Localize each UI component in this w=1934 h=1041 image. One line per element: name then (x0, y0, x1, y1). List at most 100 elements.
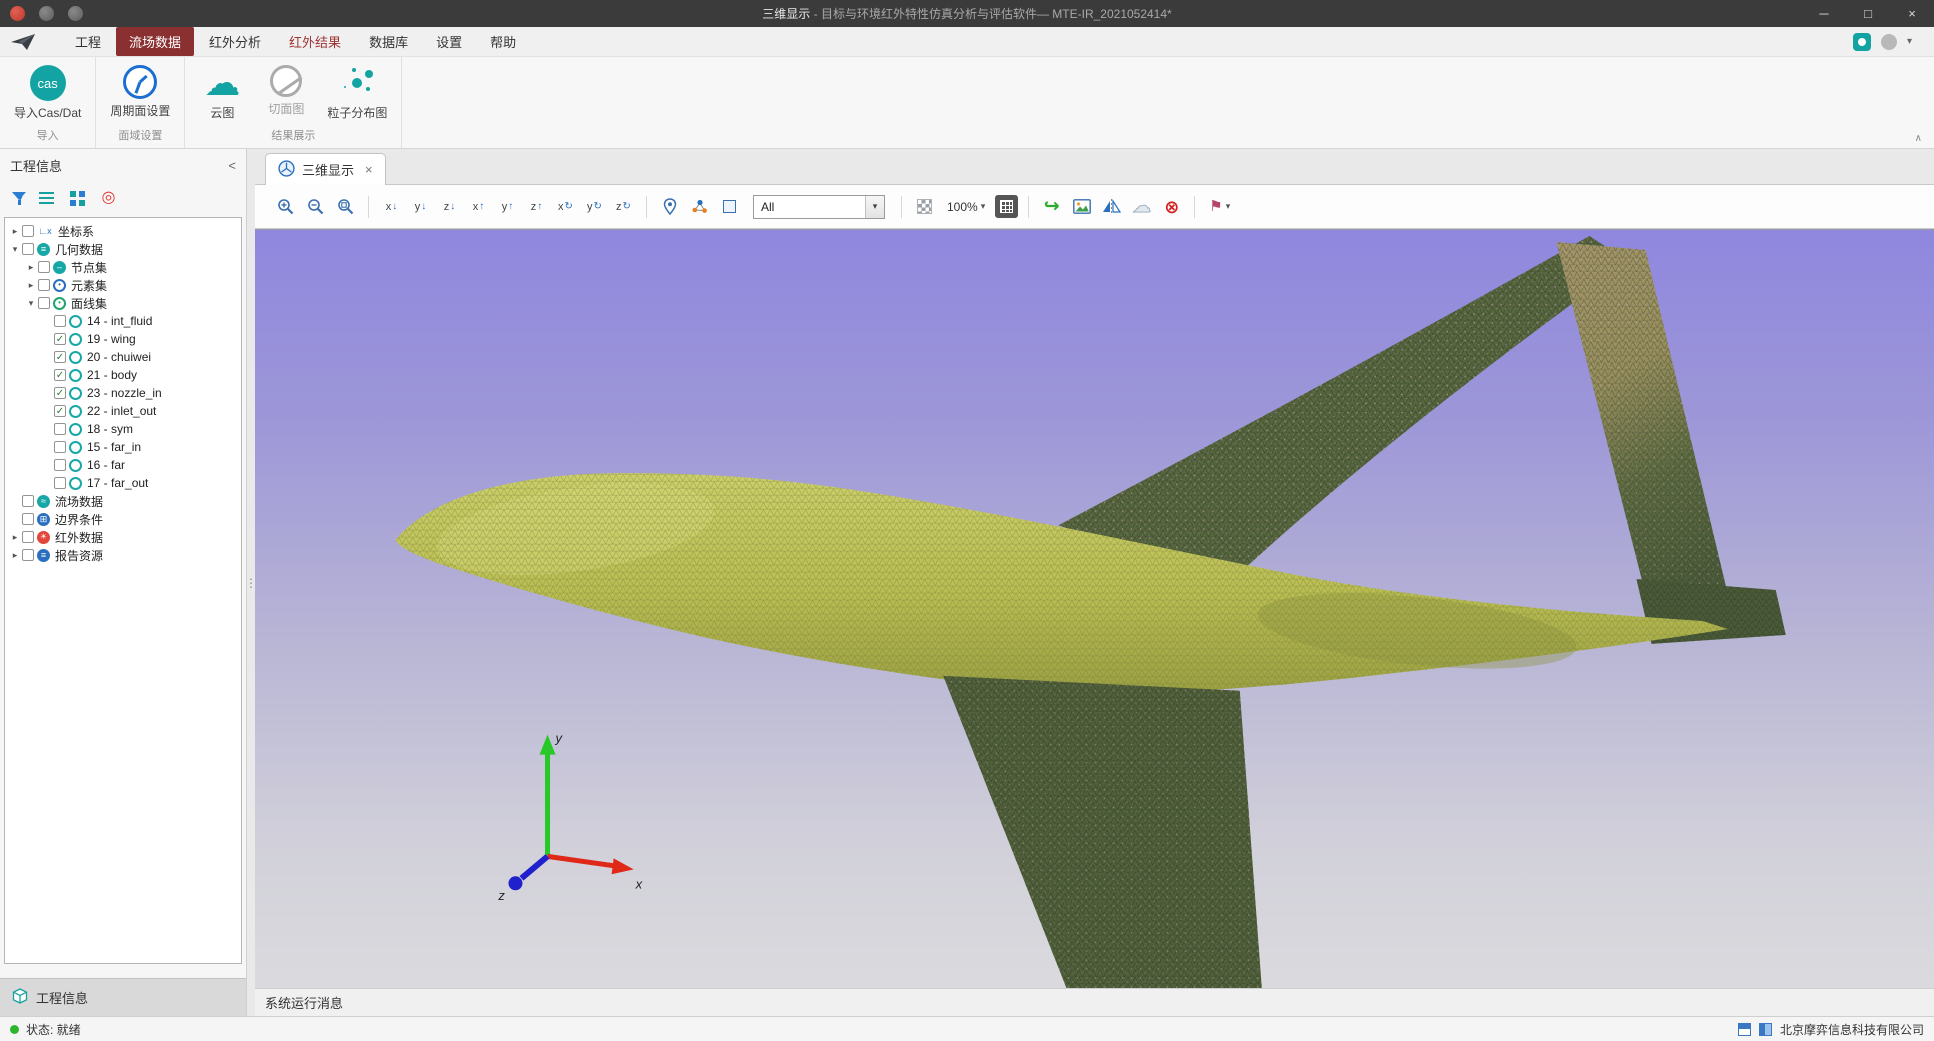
locate-pin-button[interactable] (657, 194, 682, 219)
view-x-rotate-button[interactable]: x↻ (553, 194, 578, 219)
tree-item-17 - far_out[interactable]: 17 - far_out (5, 474, 241, 492)
tree-item-面线集[interactable]: ▾•面线集 (5, 294, 241, 312)
tree-item-22 - inlet_out[interactable]: ✓22 - inlet_out (5, 402, 241, 420)
titlebar-quick-icon-2[interactable] (68, 6, 83, 21)
tree-checkbox[interactable] (54, 441, 66, 453)
zoom-level-button[interactable]: 100%▾ (942, 194, 990, 219)
tree-item-红外数据[interactable]: ▸☀红外数据 (5, 528, 241, 546)
snapshot-button[interactable] (1069, 194, 1094, 219)
zoom-out-button[interactable] (303, 194, 328, 219)
view-x-up-button[interactable]: x↑ (466, 194, 491, 219)
tree-checkbox[interactable] (54, 459, 66, 471)
tree-checkbox[interactable] (38, 297, 50, 309)
target-icon[interactable]: ◎ (102, 190, 116, 206)
minimize-button[interactable]: ─ (1802, 0, 1846, 27)
tree-checkbox[interactable] (22, 513, 34, 525)
view-z-down-button[interactable]: z↓ (437, 194, 462, 219)
tree-item-流场数据[interactable]: ≈流场数据 (5, 492, 241, 510)
tree-checkbox[interactable] (38, 279, 50, 291)
menu-item-红外结果[interactable]: 红外结果 (276, 27, 354, 56)
tree-checkbox[interactable] (38, 261, 50, 273)
ribbon-button-导入Cas/Dat[interactable]: cas导入Cas/Dat (10, 63, 85, 125)
tree-expand-arrow-icon[interactable]: ▾ (9, 244, 21, 255)
tree-checkbox[interactable] (54, 423, 66, 435)
tree-checkbox[interactable]: ✓ (54, 333, 66, 345)
tree-checkbox[interactable] (22, 549, 34, 561)
menu-item-红外分析[interactable]: 红外分析 (196, 27, 274, 56)
grid-view-icon[interactable] (70, 191, 76, 197)
tree-item-节点集[interactable]: ▸–节点集 (5, 258, 241, 276)
combo-dropdown-button[interactable]: ▾ (865, 196, 884, 218)
tree-checkbox[interactable] (22, 225, 34, 237)
menubar-dropdown-icon[interactable]: ▾ (1907, 36, 1912, 47)
tree-expand-arrow-icon[interactable]: ▸ (25, 262, 37, 273)
tree-checkbox[interactable] (22, 495, 34, 507)
display-filter-combo[interactable]: All ▾ (753, 195, 885, 219)
tree-item-14 - int_fluid[interactable]: 14 - int_fluid (5, 312, 241, 330)
menu-item-数据库[interactable]: 数据库 (356, 27, 421, 56)
titlebar-quick-icon-1[interactable] (39, 6, 54, 21)
ribbon-button-粒子分布图[interactable]: 粒子分布图 (323, 63, 391, 125)
tree-item-元素集[interactable]: ▸•元素集 (5, 276, 241, 294)
tab-3d-display[interactable]: 三维显示 × (265, 153, 386, 185)
tree-checkbox[interactable]: ✓ (54, 387, 66, 399)
view-y-down-button[interactable]: y↓ (408, 194, 433, 219)
tree-item-18 - sym[interactable]: 18 - sym (5, 420, 241, 438)
view-z-rotate-button[interactable]: z↻ (611, 194, 636, 219)
tree-item-坐标系[interactable]: ▸∟x坐标系 (5, 222, 241, 240)
filter-icon[interactable]: ▾ (12, 192, 23, 205)
close-button[interactable]: × (1890, 0, 1934, 27)
tree-expand-arrow-icon[interactable]: ▸ (9, 532, 21, 543)
tree-item-20 - chuiwei[interactable]: ✓20 - chuiwei (5, 348, 241, 366)
mirror-button[interactable] (1099, 194, 1124, 219)
tree-checkbox[interactable]: ✓ (54, 351, 66, 363)
view-x-down-button[interactable]: x↓ (379, 194, 404, 219)
menu-item-工程[interactable]: 工程 (62, 27, 114, 56)
tree-item-19 - wing[interactable]: ✓19 - wing (5, 330, 241, 348)
grid-toggle-button[interactable] (995, 195, 1018, 218)
transparency-button[interactable] (912, 194, 937, 219)
tree-checkbox[interactable] (22, 531, 34, 543)
zoom-fit-button[interactable] (333, 194, 358, 219)
maximize-button[interactable]: □ (1846, 0, 1890, 27)
tree-expand-arrow-icon[interactable]: ▸ (9, 226, 21, 237)
viewport-3d[interactable]: y x z (255, 229, 1934, 988)
tree-expand-arrow-icon[interactable]: ▸ (9, 550, 21, 561)
export-arrow-button[interactable]: ↪ (1039, 194, 1064, 219)
tree-checkbox[interactable] (22, 243, 34, 255)
tree-item-报告资源[interactable]: ▸≡报告资源 (5, 546, 241, 564)
theme-icon[interactable] (1853, 33, 1871, 51)
statusbar-window-icon-1[interactable] (1738, 1023, 1751, 1036)
zoom-in-button[interactable] (273, 194, 298, 219)
tab-close-icon[interactable]: × (365, 162, 373, 177)
ribbon-collapse-icon[interactable]: ∧ (1915, 133, 1922, 144)
view-z-up-button[interactable]: z↑ (524, 194, 549, 219)
box-select-button[interactable] (717, 194, 742, 219)
tree-checkbox[interactable] (54, 477, 66, 489)
particle-display-button[interactable] (687, 194, 712, 219)
clear-results-button[interactable]: ⊗ (1159, 194, 1184, 219)
tree-item-几何数据[interactable]: ▾≡几何数据 (5, 240, 241, 258)
tree-item-16 - far[interactable]: 16 - far (5, 456, 241, 474)
ribbon-button-云图[interactable]: ☁云图 (195, 63, 249, 125)
menu-item-帮助[interactable]: 帮助 (477, 27, 529, 56)
tree-item-23 - nozzle_in[interactable]: ✓23 - nozzle_in (5, 384, 241, 402)
panel-splitter[interactable]: ⋮ (247, 149, 255, 1016)
list-view-icon[interactable] (39, 192, 54, 204)
view-y-up-button[interactable]: y↑ (495, 194, 520, 219)
cloud-display-button[interactable]: ☁ (1129, 194, 1154, 219)
tree-expand-arrow-icon[interactable]: ▸ (25, 280, 37, 291)
tree-checkbox[interactable]: ✓ (54, 405, 66, 417)
tree-item-边界条件[interactable]: ⊞边界条件 (5, 510, 241, 528)
titlebar-app-icon[interactable] (10, 6, 25, 21)
menu-item-设置[interactable]: 设置 (423, 27, 475, 56)
tree-checkbox[interactable]: ✓ (54, 369, 66, 381)
menu-item-流场数据[interactable]: 流场数据 (116, 27, 194, 56)
account-icon[interactable] (1881, 34, 1897, 50)
pin-flag-button[interactable]: ⚑▾ (1205, 194, 1234, 219)
tree-expand-arrow-icon[interactable]: ▾ (25, 298, 37, 309)
ribbon-button-周期面设置[interactable]: 周期面设置 (106, 63, 174, 125)
project-panel-footer-tab[interactable]: 工程信息 (0, 978, 246, 1016)
statusbar-window-icon-2[interactable] (1759, 1023, 1772, 1036)
tree-item-21 - body[interactable]: ✓21 - body (5, 366, 241, 384)
